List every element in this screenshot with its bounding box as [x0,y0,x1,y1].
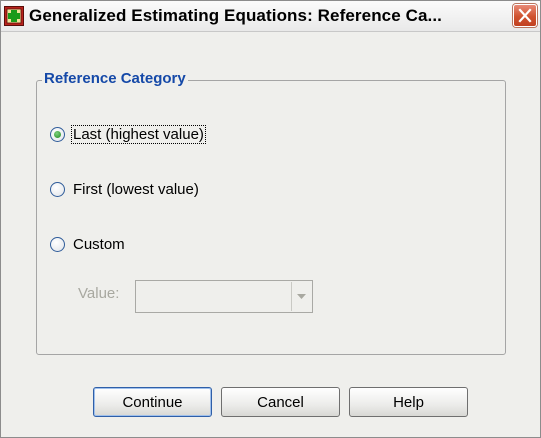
close-button[interactable] [513,4,537,27]
reference-category-group [36,80,506,355]
radio-label-custom: Custom [73,235,125,253]
group-title: Reference Category [42,70,188,87]
continue-button[interactable]: Continue [93,387,212,417]
spss-dialog-icon [4,6,24,26]
value-dropdown[interactable] [135,280,313,313]
cancel-button[interactable]: Cancel [221,387,340,417]
radio-label-last: Last (highest value) [71,124,206,144]
radio-button-selected[interactable] [50,126,65,142]
dialog-window: Generalized Estimating Equations: Refere… [0,0,541,438]
radio-custom[interactable]: Custom [50,234,127,254]
radio-first-lowest[interactable]: First (lowest value) [50,179,201,199]
radio-button[interactable] [50,236,65,252]
close-icon [518,8,532,23]
radio-label-first: First (lowest value) [73,180,199,198]
radio-last-highest[interactable]: Last (highest value) [50,124,206,144]
radio-button[interactable] [50,181,65,197]
value-label: Value: [78,285,120,302]
window-title: Generalized Estimating Equations: Refere… [29,6,443,25]
chevron-down-icon[interactable] [291,282,311,311]
title-bar[interactable]: Generalized Estimating Equations: Refere… [1,1,540,32]
help-button[interactable]: Help [349,387,468,417]
